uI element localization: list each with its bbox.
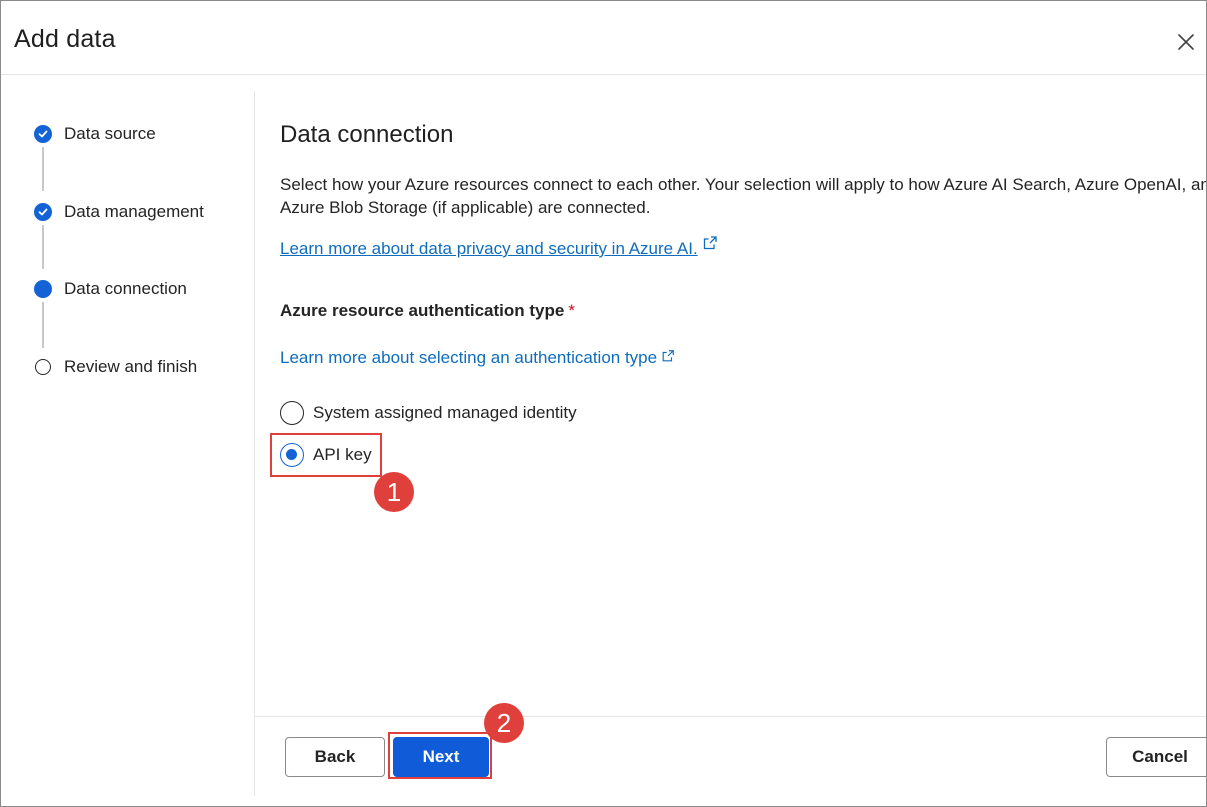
section-title: Data connection — [280, 121, 454, 148]
dialog-title: Add data — [14, 25, 116, 53]
step-data-management[interactable]: Data management — [34, 201, 249, 225]
callout-badge-1: 1 — [374, 472, 414, 512]
footer-divider — [255, 716, 1206, 717]
auth-type-label-text: Azure resource authentication type — [280, 301, 565, 320]
step-label: Review and finish — [64, 357, 198, 376]
section-description: Select how your Azure resources connect … — [280, 175, 1207, 217]
step-connector — [42, 225, 44, 269]
pending-step-dot-icon — [35, 359, 51, 375]
checkmark-icon — [34, 203, 52, 221]
current-step-dot-icon — [34, 280, 52, 298]
step-connector — [42, 302, 44, 348]
highlight-box-next — [388, 732, 492, 779]
highlight-box-api-key — [270, 433, 382, 477]
step-label: Data management — [64, 202, 204, 221]
step-data-source[interactable]: Data source — [34, 123, 249, 147]
back-button[interactable]: Back — [285, 737, 385, 777]
wizard-stepper — [1, 91, 254, 806]
add-data-dialog: Add data Data source Data management Dat… — [0, 0, 1207, 807]
step-label: Data connection — [64, 279, 187, 298]
radio-button[interactable] — [280, 401, 304, 425]
step-data-connection[interactable]: Data connection — [34, 278, 249, 302]
radio-system-managed-identity[interactable]: System assigned managed identity — [280, 398, 600, 428]
step-label: Data source — [64, 124, 156, 143]
external-link-icon — [661, 349, 675, 363]
cancel-button[interactable]: Cancel — [1106, 737, 1206, 777]
checkmark-icon — [34, 125, 52, 143]
auth-type-link-text[interactable]: Learn more about selecting an authentica… — [280, 348, 657, 367]
required-marker: * — [568, 301, 575, 320]
main-content: Data connection Select how your Azure re… — [280, 1, 1207, 711]
radio-label: System assigned managed identity — [313, 403, 577, 422]
auth-type-link[interactable]: Learn more about selecting an authentica… — [280, 346, 675, 370]
callout-badge-2: 2 — [484, 703, 524, 743]
step-connector — [42, 147, 44, 191]
step-review-and-finish[interactable]: Review and finish — [34, 356, 249, 380]
auth-type-label: Azure resource authentication type * — [280, 301, 575, 321]
privacy-link-text[interactable]: Learn more about data privacy and securi… — [280, 239, 698, 258]
privacy-link[interactable]: Learn more about data privacy and securi… — [280, 235, 718, 261]
panel-divider — [254, 91, 255, 796]
external-link-icon — [702, 235, 718, 251]
